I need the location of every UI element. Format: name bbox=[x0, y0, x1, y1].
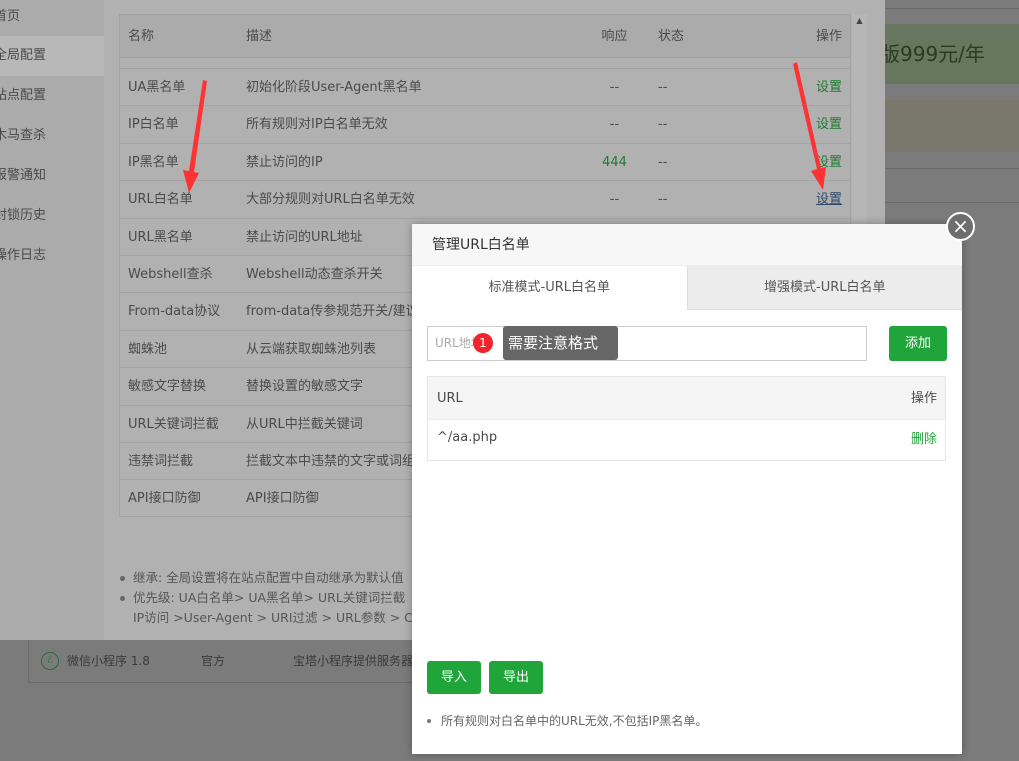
close-icon[interactable]: × bbox=[946, 212, 975, 241]
red-arrow-icon bbox=[183, 80, 207, 193]
export-button[interactable]: 导出 bbox=[489, 661, 543, 694]
format-tooltip: 需要注意格式 bbox=[503, 326, 618, 360]
url-input[interactable]: URL地址 bbox=[427, 326, 867, 361]
url-whitelist-modal: 管理URL白名单 标准模式-URL白名单 增强模式-URL白名单 URL地址 1… bbox=[412, 224, 962, 754]
step-badge: 1 bbox=[473, 333, 493, 353]
delete-link[interactable]: 删除 bbox=[911, 420, 937, 460]
table-row: ^/aa.php 删除 bbox=[428, 420, 945, 461]
modal-note: 所有规则对白名单中的URL无效,不包括IP黑名单。 bbox=[426, 714, 708, 728]
header-action: 操作 bbox=[910, 391, 937, 406]
url-value: ^/aa.php bbox=[437, 430, 498, 445]
tab-enhanced-mode[interactable]: 增强模式-URL白名单 bbox=[686, 266, 962, 310]
add-button[interactable]: 添加 bbox=[889, 326, 947, 361]
modal-title: 管理URL白名单 bbox=[412, 224, 962, 266]
mode-tabs: 标准模式-URL白名单 增强模式-URL白名单 bbox=[412, 266, 962, 310]
url-table: URL 操作 ^/aa.php 删除 bbox=[427, 376, 946, 461]
tab-standard-mode[interactable]: 标准模式-URL白名单 bbox=[412, 266, 687, 310]
header-url: URL bbox=[437, 391, 463, 406]
url-table-header: URL 操作 bbox=[428, 377, 945, 420]
red-arrow-icon bbox=[793, 62, 826, 190]
import-button[interactable]: 导入 bbox=[427, 661, 481, 694]
